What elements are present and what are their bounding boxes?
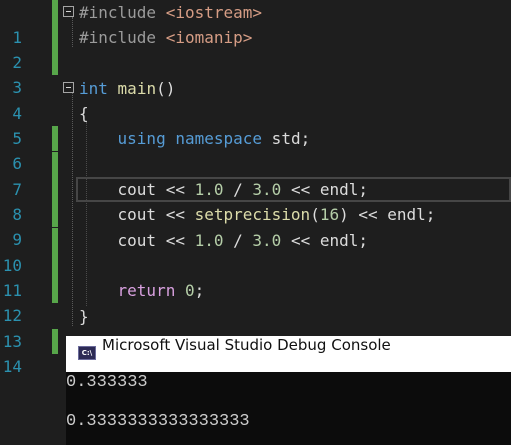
- identifier-token: std;: [262, 129, 311, 148]
- code-text: return 0;: [79, 278, 205, 303]
- code-line-9[interactable]: 9 cout << setprecision(16) << endl;: [0, 202, 511, 249]
- change-margin-marker: [52, 202, 58, 227]
- function-name-token: setprecision: [194, 205, 311, 224]
- identifier-token: << endl;: [281, 231, 369, 250]
- change-margin-marker: [52, 0, 58, 25]
- punctuation-token: (: [310, 205, 320, 224]
- preprocessor-token: #include: [79, 28, 166, 47]
- keyword-token: return: [117, 281, 176, 300]
- code-line-3[interactable]: 3: [0, 50, 511, 97]
- code-text: #include <iomanip>: [79, 25, 252, 50]
- code-text: cout << setprecision(16) << endl;: [79, 202, 436, 227]
- code-line-11[interactable]: 11: [0, 253, 511, 300]
- change-margin-marker: [52, 278, 58, 303]
- code-text: using namespace std;: [79, 126, 311, 151]
- code-text: cout << 1.0 / 3.0 << endl;: [79, 228, 368, 253]
- operator-token: /: [223, 231, 253, 250]
- identifier-token: ) << endl;: [339, 205, 436, 224]
- code-editor[interactable]: 1 #include <iostream> 2 #include <iomani…: [0, 0, 511, 376]
- code-line-2[interactable]: 2 #include <iomanip>: [0, 25, 511, 72]
- code-text: int main(): [79, 76, 175, 101]
- indent-token: [79, 281, 118, 300]
- indent-token: [79, 129, 118, 148]
- change-margin-marker: [52, 152, 58, 177]
- number-token: 1.0: [194, 231, 224, 250]
- code-line-4[interactable]: 4 int main(): [0, 76, 511, 123]
- identifier-token: cout <<: [79, 231, 195, 250]
- code-line-1[interactable]: 1 #include <iostream>: [0, 0, 511, 47]
- brace-token: }: [79, 307, 89, 326]
- change-margin-marker: [52, 253, 58, 278]
- code-line-13[interactable]: 13 }: [0, 304, 511, 351]
- include-path-token: <iomanip>: [165, 28, 253, 47]
- number-token: 16: [319, 205, 340, 224]
- change-margin-marker: [52, 177, 58, 202]
- fold-guide-line: [72, 17, 73, 47]
- keyword-token: namespace: [175, 129, 263, 148]
- fold-collapse-icon[interactable]: [63, 82, 74, 93]
- code-line-12[interactable]: 12 return 0;: [0, 278, 511, 325]
- change-margin-marker: [52, 329, 58, 354]
- current-line-highlight: [76, 177, 511, 202]
- code-line-7[interactable]: 7: [0, 152, 511, 199]
- number-token: 0: [184, 281, 195, 300]
- change-margin-marker: [52, 50, 58, 75]
- code-text: }: [79, 304, 89, 329]
- console-output-line: 0.333333: [66, 373, 148, 392]
- code-text: {: [79, 101, 89, 126]
- punctuation-token: ;: [194, 281, 205, 300]
- change-margin-marker: [52, 126, 58, 151]
- number-token: 3.0: [252, 231, 282, 250]
- preprocessor-token: #include: [79, 3, 166, 22]
- console-output-line: 0.3333333333333333: [66, 412, 250, 431]
- debug-console-window[interactable]: C:\ Microsoft Visual Studio Debug Consol…: [66, 336, 511, 445]
- code-text: #include <iostream>: [79, 0, 262, 25]
- change-margin-marker: [52, 25, 58, 50]
- console-title-bar[interactable]: C:\ Microsoft Visual Studio Debug Consol…: [66, 336, 511, 372]
- brace-token: {: [79, 104, 89, 123]
- fold-collapse-icon[interactable]: [63, 6, 74, 17]
- console-app-icon: C:\: [78, 346, 96, 360]
- keyword-token: using: [117, 129, 166, 148]
- keyword-token: int: [79, 79, 108, 98]
- identifier-token: cout <<: [79, 205, 195, 224]
- code-line-6[interactable]: 6 using namespace std;: [0, 126, 511, 173]
- function-name-token: main: [117, 79, 157, 98]
- change-margin-marker: [52, 228, 58, 253]
- include-path-token: <iostream>: [165, 3, 263, 22]
- fold-guide-line: [72, 93, 73, 326]
- console-title: Microsoft Visual Studio Debug Console: [102, 336, 391, 354]
- line-number: 14: [2, 357, 22, 376]
- code-line-10[interactable]: 10 cout << 1.0 / 3.0 << endl;: [0, 228, 511, 275]
- indent-guide-line: [86, 122, 87, 306]
- code-line-5[interactable]: 5 {: [0, 101, 511, 148]
- punctuation-token: (): [156, 79, 176, 98]
